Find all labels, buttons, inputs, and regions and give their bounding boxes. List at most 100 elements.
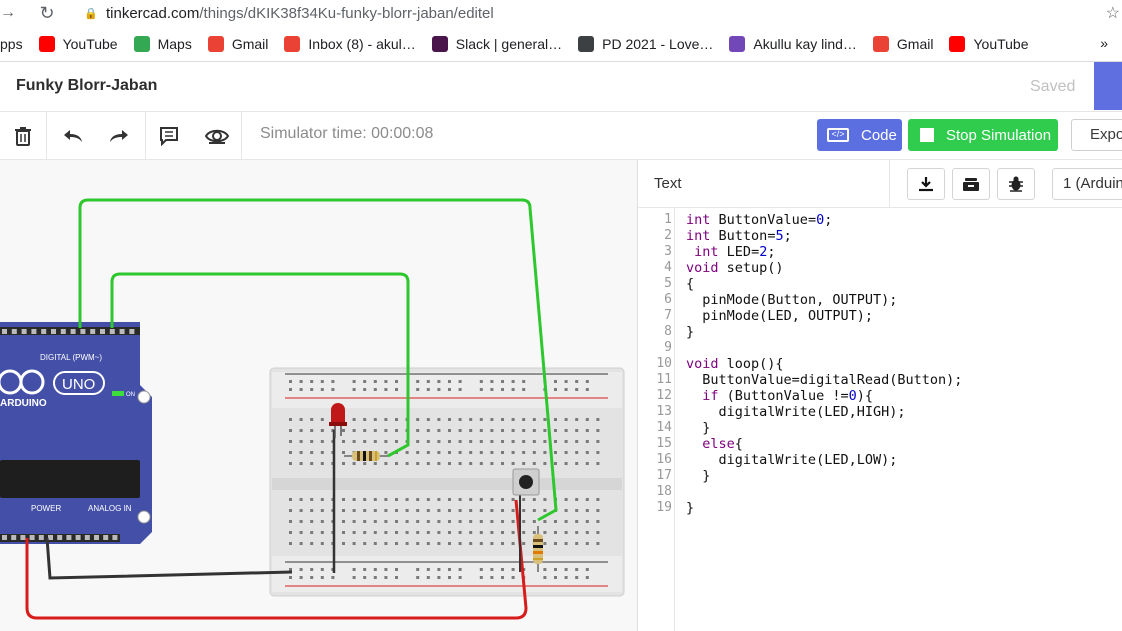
- power-led-label: ON: [126, 392, 135, 398]
- undo-icon: [64, 129, 82, 142]
- save-status: Saved: [1030, 78, 1076, 95]
- code-line[interactable]: int Button=5;: [686, 228, 792, 244]
- bookmark-slack-5[interactable]: Slack | general…: [431, 35, 563, 52]
- redo-icon: [110, 129, 128, 142]
- notes-icon: [160, 126, 178, 146]
- stop-icon: [920, 128, 934, 142]
- bookmark-label: YouTube: [973, 35, 1029, 52]
- bookmark-youtube-1[interactable]: YouTube: [38, 35, 118, 52]
- bookmark-star-icon[interactable]: ☆: [1106, 3, 1120, 23]
- libraries-button[interactable]: [952, 168, 990, 200]
- toolbar: Simulator time: 00:00:08 </> Code Stop S…: [0, 112, 1122, 160]
- bookmark-photo-6[interactable]: PD 2021 - Love…: [578, 35, 713, 52]
- url-host: tinkercad.com: [106, 4, 200, 22]
- undo-button[interactable]: [50, 112, 96, 159]
- arduino-model: UNO: [62, 376, 95, 393]
- stop-simulation-button[interactable]: Stop Simulation: [908, 119, 1058, 151]
- bookmark-gmail-4[interactable]: Inbox (8) - akul…: [284, 35, 416, 52]
- line-number: 12: [656, 388, 672, 403]
- bookmark-label: Gmail: [231, 35, 269, 52]
- line-number: 11: [656, 372, 672, 387]
- code-line[interactable]: }: [686, 420, 710, 436]
- bookmark-label: Akullu kay lind…: [753, 35, 857, 52]
- code-line[interactable]: pinMode(LED, OUTPUT);: [686, 308, 873, 324]
- bookmarks-bar: pps YouTube Maps Gmail Inbox (8) - akul… Slac…: [0, 26, 1122, 62]
- code-line[interactable]: pinMode(Button, OUTPUT);: [686, 292, 897, 308]
- bookmark-gmail-8[interactable]: Gmail: [872, 35, 933, 52]
- line-number: 13: [656, 404, 672, 419]
- line-number: 15: [656, 436, 672, 451]
- maps-icon: [133, 35, 150, 52]
- forms-icon: [729, 35, 746, 52]
- bookmark-youtube-9[interactable]: YouTube: [949, 35, 1029, 52]
- line-number: 6: [664, 292, 672, 307]
- line-number: 7: [664, 308, 672, 323]
- download-icon: [919, 177, 933, 192]
- debugger-button[interactable]: [997, 168, 1035, 200]
- code-line[interactable]: digitalWrite(LED,LOW);: [686, 452, 898, 468]
- bug-icon: [1009, 176, 1023, 192]
- bookmark-forms-7[interactable]: Akullu kay lind…: [729, 35, 857, 52]
- line-number: 18: [656, 484, 672, 499]
- code-line[interactable]: }: [686, 468, 710, 484]
- slack-icon: [431, 35, 448, 52]
- line-number: 3: [664, 244, 672, 259]
- code-line[interactable]: ButtonValue=digitalRead(Button);: [686, 372, 962, 388]
- address-bar: → ↻ 🔒 tinkercad.com/things/dKIK38f34Ku-f…: [0, 0, 1122, 26]
- power-label: POWER: [31, 504, 61, 513]
- download-code-button[interactable]: [907, 168, 945, 200]
- delete-button[interactable]: [0, 112, 46, 159]
- components-panel-toggle[interactable]: [1094, 62, 1122, 110]
- bookmark-gmail-3[interactable]: Gmail: [207, 35, 269, 52]
- url-field[interactable]: tinkercad.com/things/dKIK38f34Ku-funky-b…: [106, 5, 494, 22]
- code-line[interactable]: void loop(){: [686, 356, 784, 372]
- line-number: 10: [656, 356, 672, 371]
- line-number: 17: [656, 468, 672, 483]
- reload-icon[interactable]: ↻: [32, 3, 62, 24]
- line-number: 4: [664, 260, 672, 275]
- code-panel-header: Text 1 (Arduin: [638, 160, 1122, 208]
- circuit-canvas[interactable]: DIGITAL (PWM~) ARDUINO UNO ON POWER ANAL…: [0, 160, 637, 631]
- code-line[interactable]: int ButtonValue=0;: [686, 212, 832, 228]
- notes-button[interactable]: [146, 112, 192, 159]
- bookmark-maps-2[interactable]: Maps: [133, 35, 192, 52]
- code-editor[interactable]: 1 int ButtonValue=0; 2 int Button=5; 3 int L…: [638, 208, 1122, 631]
- youtube-icon: [949, 35, 966, 52]
- analog-in-label: ANALOG IN: [88, 504, 132, 513]
- arduino-board[interactable]: DIGITAL (PWM~) ARDUINO UNO ON POWER ANAL…: [0, 322, 152, 544]
- arduino-brand: ARDUINO: [0, 398, 47, 409]
- back-arrow-icon[interactable]: →: [0, 4, 18, 22]
- code-line[interactable]: {: [686, 276, 694, 292]
- code-line[interactable]: if (ButtonValue !=0){: [686, 388, 873, 404]
- code-line[interactable]: int LED=2;: [686, 244, 775, 260]
- code-line[interactable]: }: [686, 500, 694, 516]
- line-number: 1: [664, 212, 672, 227]
- code-icon: </>: [827, 128, 849, 142]
- code-line[interactable]: }: [686, 324, 694, 340]
- project-name[interactable]: Funky Blorr-Jaban: [16, 77, 157, 95]
- code-button[interactable]: </> Code: [817, 119, 902, 151]
- digital-pins-label: DIGITAL (PWM~): [40, 353, 102, 362]
- gmail-icon: [284, 35, 301, 52]
- code-line[interactable]: void setup(): [686, 260, 784, 276]
- trash-icon: [15, 126, 31, 146]
- line-number: 5: [664, 276, 672, 291]
- bookmark-label: Inbox (8) - akul…: [308, 35, 416, 52]
- bookmark-label: YouTube: [62, 35, 118, 52]
- code-line[interactable]: digitalWrite(LED,HIGH);: [686, 404, 906, 420]
- pushbutton[interactable]: [512, 468, 540, 496]
- line-number: 8: [664, 324, 672, 339]
- view-toggle-button[interactable]: [194, 112, 240, 159]
- line-number: 19: [656, 500, 672, 515]
- eye-icon: [205, 129, 229, 144]
- code-mode-select[interactable]: Text: [654, 175, 682, 192]
- breadboard[interactable]: [269, 367, 625, 597]
- redo-button[interactable]: [96, 112, 142, 159]
- bookmarks-overflow-button[interactable]: »: [1100, 35, 1108, 51]
- url-path: /things/dKIK38f34Ku-funky-blorr-jaban/ed…: [199, 4, 494, 22]
- bookmark-label: Slack | general…: [455, 35, 563, 52]
- bookmark-apps-0[interactable]: pps: [0, 36, 23, 52]
- export-button[interactable]: Expo: [1071, 119, 1122, 151]
- code-line[interactable]: else{: [686, 436, 743, 452]
- device-select[interactable]: 1 (Arduin: [1052, 168, 1122, 200]
